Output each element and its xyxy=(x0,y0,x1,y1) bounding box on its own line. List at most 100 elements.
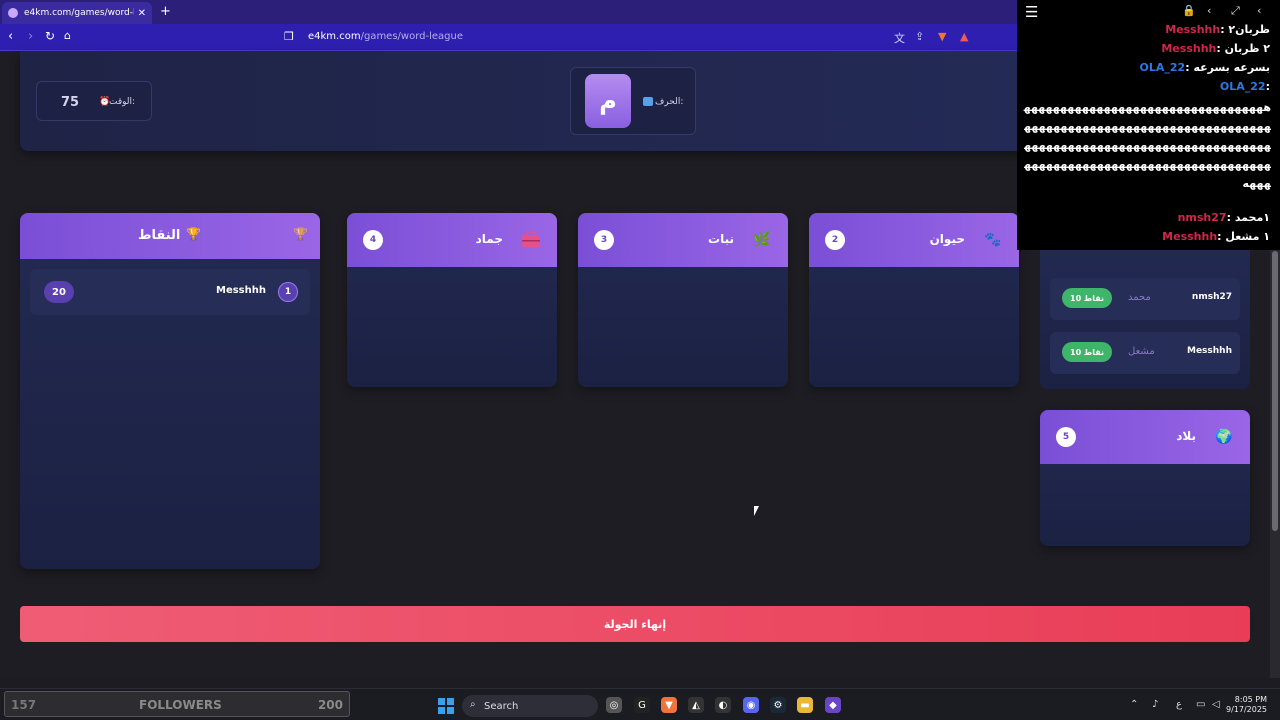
category-number: 5 xyxy=(1056,427,1076,447)
app-icon[interactable]: ◐ xyxy=(715,697,731,713)
file-explorer-icon[interactable]: ▬ xyxy=(797,697,813,713)
paw-icon: 🐾 xyxy=(984,232,1002,248)
taskbar: 157 FOLLOWERS 200 ⌕ Search ◎ G ▼ ◭ ◐ ◉ ⚙… xyxy=(0,688,1280,720)
timer-box: 75 ⏰ الوقت: xyxy=(36,81,152,121)
answer-word: محمد xyxy=(1128,292,1151,303)
clock-date: 9/17/2025 xyxy=(1226,705,1268,714)
tab-title: e4km.com/games/word-league xyxy=(24,8,134,18)
scoreboard-panel: النقاط 🏆 🏆 20 Messhhh 1 xyxy=(20,213,320,569)
letter-box: م الحرف: xyxy=(570,67,696,135)
toolbox-icon xyxy=(521,230,541,250)
category-header: 4 جماد xyxy=(347,213,557,267)
end-round-button[interactable]: إنهاء الجولة xyxy=(20,606,1250,642)
category-card-plant: 3 نبات 🌿 xyxy=(578,213,788,387)
chat-message: ٢ ظربان :Messhhh xyxy=(1161,42,1270,55)
chat-message: :OLA_22 xyxy=(1219,80,1270,93)
abc-icon xyxy=(643,97,653,106)
share-icon[interactable]: ⇪ xyxy=(915,30,924,43)
taskbar-search[interactable]: ⌕ Search xyxy=(462,695,598,717)
chevron-left-icon[interactable]: ‹ xyxy=(1207,4,1211,17)
chat-user: OLA_22 xyxy=(1139,61,1186,74)
app-icon[interactable]: G xyxy=(634,697,650,713)
steam-icon[interactable]: ⚙ xyxy=(770,697,786,713)
chat-spam-message: هههههههههههههههههههههههههههههههههههههههه… xyxy=(1023,101,1271,190)
scrollbar-thumb[interactable] xyxy=(1272,251,1278,531)
chat-text: بسرعه بسرعه xyxy=(1193,61,1270,74)
answer-row: 10 نقاط محمد nmsh27 xyxy=(1050,278,1240,320)
chat-overlay: ☰ 🔒 ‹ ⤢ ‹ ظربان٢ :Messhhh ٢ ظربان :Messh… xyxy=(1017,0,1280,250)
chat-text: ١محمد xyxy=(1234,211,1270,224)
answer-points-badge: 10 نقاط xyxy=(1062,342,1112,362)
current-letter: م xyxy=(585,74,631,128)
menu-icon[interactable]: ☰ xyxy=(1025,3,1038,21)
favicon-icon xyxy=(8,8,18,18)
system-clock[interactable]: 8:05 PM 9/17/2025 xyxy=(1226,695,1267,715)
chat-user: nmsh27 xyxy=(1177,211,1227,224)
followers-current: 157 xyxy=(11,698,37,712)
clock-time: 8:05 PM xyxy=(1234,695,1268,704)
chat-message: بسرعه بسرعه :OLA_22 xyxy=(1139,61,1270,74)
language-indicator[interactable]: ع xyxy=(1176,699,1182,710)
reload-icon[interactable]: ↻ xyxy=(45,29,55,43)
answer-word: مشعل xyxy=(1128,346,1155,357)
timer-label: الوقت: xyxy=(109,97,136,107)
category-title: نبات xyxy=(708,232,734,246)
windows-start-icon[interactable] xyxy=(438,698,454,714)
brave-shield-icon[interactable]: ▼ xyxy=(938,30,946,43)
chat-text: ظربان٢ xyxy=(1228,23,1270,36)
app-icon[interactable]: ◭ xyxy=(688,697,704,713)
followers-goal-widget: 157 FOLLOWERS 200 xyxy=(4,691,350,717)
category-number: 2 xyxy=(825,230,845,250)
bookmark-icon[interactable]: ❒ xyxy=(284,30,294,43)
chat-toolbar: ☰ 🔒 ‹ ⤢ ‹ xyxy=(1017,0,1280,22)
trophy-icon: 🏆 xyxy=(293,227,308,241)
chat-text: ١ مشعل xyxy=(1225,230,1270,243)
microphone-icon[interactable]: ♪ xyxy=(1152,699,1158,710)
close-tab-icon[interactable]: ✕ xyxy=(138,8,146,19)
category-header: 3 نبات 🌿 xyxy=(578,213,788,267)
answers-card: 10 نقاط محمد nmsh27 10 نقاط مشعل Messhhh xyxy=(1040,246,1250,389)
mouse-cursor xyxy=(754,506,764,516)
app-icon[interactable]: ◎ xyxy=(606,697,622,713)
player-name: Messhhh xyxy=(216,285,266,296)
scoreboard-title: النقاط xyxy=(138,228,181,243)
chat-user: Messhhh xyxy=(1161,42,1217,55)
category-title: جماد xyxy=(475,232,503,246)
category-header: 5 بلاد 🌍 xyxy=(1040,410,1250,464)
scoreboard-header: النقاط 🏆 🏆 xyxy=(20,213,320,259)
answer-row: 10 نقاط مشعل Messhhh xyxy=(1050,332,1240,374)
chat-user: Messhhh xyxy=(1165,23,1221,36)
brave-icon[interactable]: ▼ xyxy=(661,697,677,713)
chat-message: ١ مشعل :Messhhh xyxy=(1162,230,1270,243)
chevron-up-icon[interactable]: ⌃ xyxy=(1130,699,1138,710)
chat-user: Messhhh xyxy=(1162,230,1218,243)
rewards-icon[interactable]: ▲ xyxy=(960,30,968,43)
timer-value: 75 xyxy=(61,95,80,110)
chevron-left-icon[interactable]: ‹ xyxy=(1257,4,1261,17)
followers-target: 200 xyxy=(317,698,343,712)
answer-user: Messhhh xyxy=(1187,346,1232,356)
volume-icon[interactable]: ◁ xyxy=(1212,699,1220,710)
answer-user: nmsh27 xyxy=(1191,292,1232,302)
plant-icon: 🌿 xyxy=(753,232,771,248)
category-header: 2 حيوان 🐾 xyxy=(809,213,1019,267)
trophy-icon: 🏆 xyxy=(186,227,201,241)
network-icon[interactable]: ▭ xyxy=(1196,699,1205,710)
chat-text: ٢ ظربان xyxy=(1224,42,1270,55)
forward-icon[interactable]: › xyxy=(28,29,33,44)
category-number: 3 xyxy=(594,230,614,250)
new-tab-icon[interactable]: + xyxy=(160,4,171,19)
resize-icon[interactable]: ⤢ xyxy=(1231,4,1240,18)
url-field[interactable]: e4km.com/games/word-league xyxy=(308,31,463,42)
home-icon[interactable]: ⌂ xyxy=(64,29,71,42)
back-icon[interactable]: ‹ xyxy=(8,29,13,44)
lock-icon[interactable]: 🔒 xyxy=(1182,4,1196,17)
category-title: حيوان xyxy=(929,232,965,246)
category-number: 4 xyxy=(363,230,383,250)
browser-tab[interactable]: e4km.com/games/word-league ✕ xyxy=(2,2,152,24)
globe-icon: 🌍 xyxy=(1215,429,1233,445)
chat-message: ١محمد :nmsh27 xyxy=(1177,211,1270,224)
translate-icon[interactable]: 文 xyxy=(894,30,905,46)
discord-icon[interactable]: ◉ xyxy=(743,697,759,713)
app-icon[interactable]: ◆ xyxy=(825,697,841,713)
